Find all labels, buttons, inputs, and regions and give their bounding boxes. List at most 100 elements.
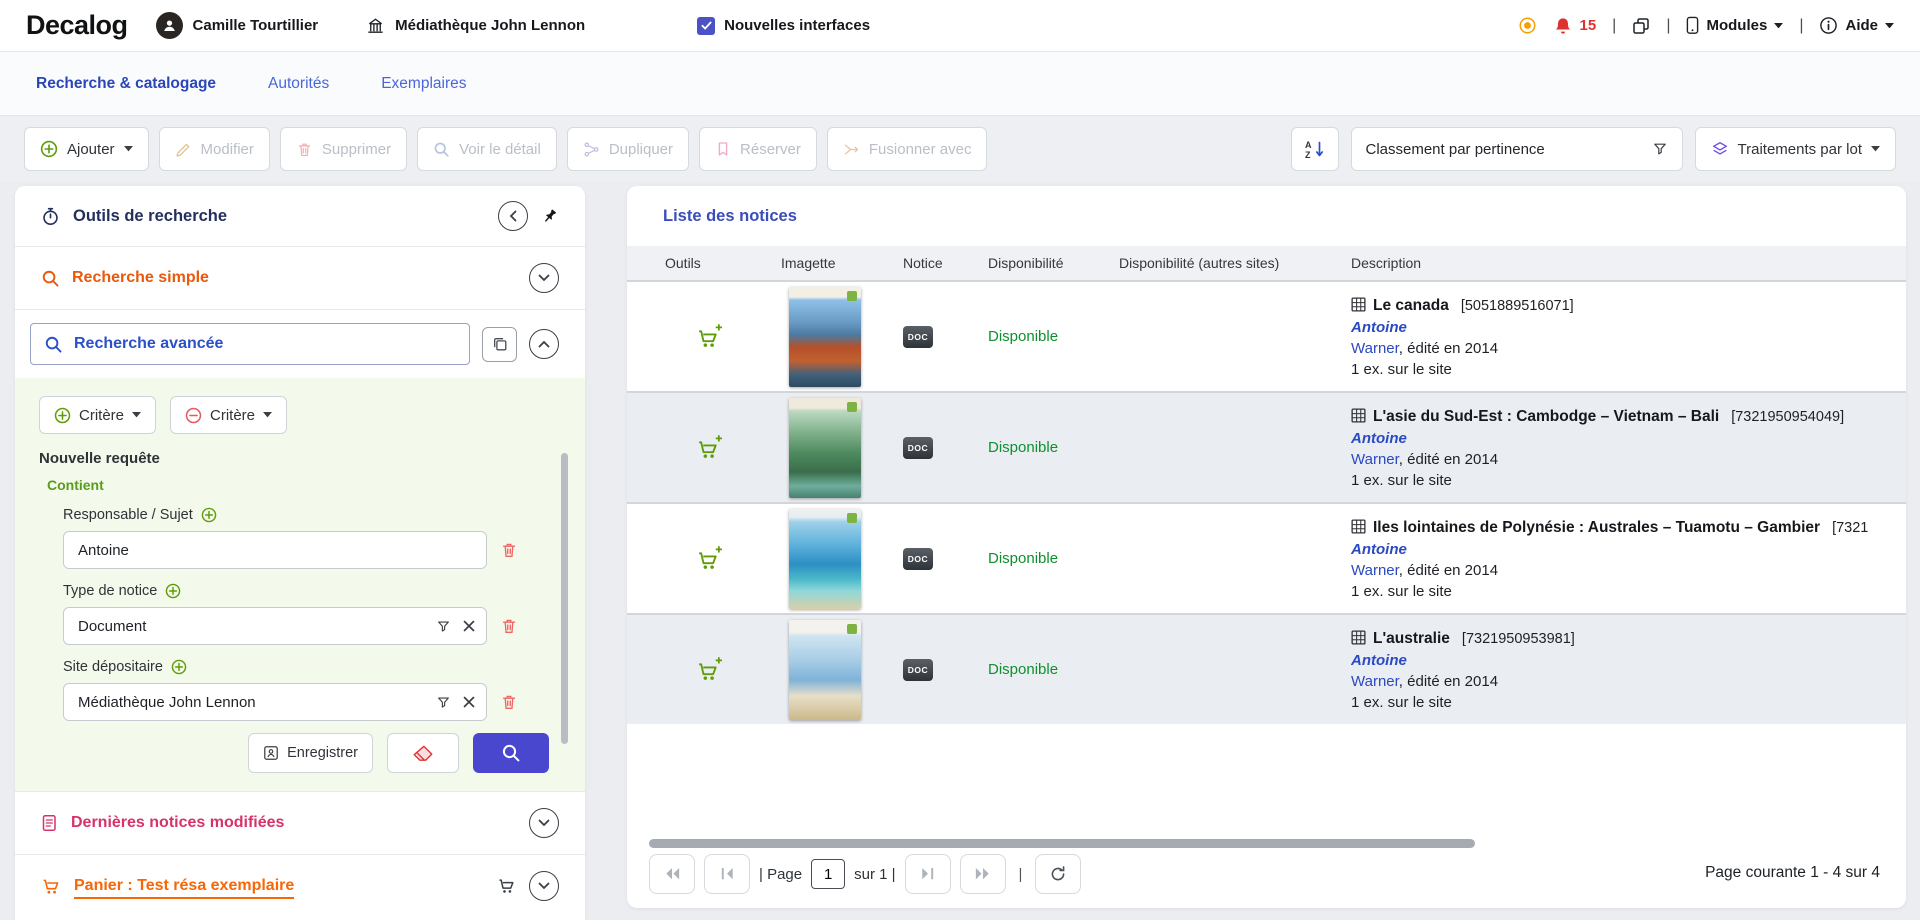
advanced-search-header[interactable]: Recherche avancée xyxy=(30,323,470,365)
record-author[interactable]: Antoine xyxy=(1351,541,1407,558)
record-publisher[interactable]: Warner xyxy=(1351,673,1399,690)
batch-processing-button[interactable]: Traitements par lot xyxy=(1695,127,1897,171)
run-search-button[interactable] xyxy=(473,733,549,773)
column-disponibilite: Disponibilité xyxy=(988,255,1119,271)
record-author[interactable]: Antoine xyxy=(1351,430,1407,447)
tab-autorites[interactable]: Autorités xyxy=(242,52,355,115)
cover-thumbnail[interactable] xyxy=(789,398,861,498)
plus-circle-icon xyxy=(40,140,58,158)
first-page-button[interactable] xyxy=(649,854,695,894)
duplicate-label: Dupliquer xyxy=(609,141,673,158)
table-row[interactable]: DOC Disponible Iles lointaines de Polyné… xyxy=(627,502,1906,613)
remove-criterion-button[interactable]: Critère xyxy=(170,396,287,434)
type-de-notice-input[interactable] xyxy=(63,607,487,645)
site-depositaire-input[interactable] xyxy=(63,683,487,721)
advanced-search-label: Recherche avancée xyxy=(74,335,223,353)
sort-order-button[interactable]: AZ xyxy=(1291,127,1339,171)
modify-label: Modifier xyxy=(201,141,254,158)
responsable-sujet-input[interactable] xyxy=(63,531,487,569)
help-menu[interactable]: Aide xyxy=(1819,16,1894,35)
user-menu[interactable]: Camille Tourtillier xyxy=(156,12,319,39)
record-title[interactable]: L'asie du Sud-Est : Cambodge – Vietnam –… xyxy=(1373,408,1719,425)
topbar-separator: | xyxy=(1666,17,1670,35)
notifications-button[interactable]: 15 xyxy=(1553,16,1596,36)
chevron-down-icon[interactable] xyxy=(529,871,559,901)
new-interfaces-toggle[interactable]: Nouvelles interfaces xyxy=(697,17,870,35)
add-to-cart-icon[interactable] xyxy=(696,435,723,460)
record-title[interactable]: Iles lointaines de Polynésie : Australes… xyxy=(1373,519,1820,536)
save-search-button[interactable]: Enregistrer xyxy=(248,733,373,773)
clear-icon[interactable] xyxy=(463,696,475,708)
trash-icon[interactable] xyxy=(500,617,518,635)
funnel-icon[interactable] xyxy=(436,695,451,710)
add-to-cart-icon[interactable] xyxy=(696,657,723,682)
beacon-icon[interactable] xyxy=(1518,16,1537,35)
record-publisher[interactable]: Warner xyxy=(1351,451,1399,468)
cart-icon[interactable] xyxy=(497,876,517,896)
recent-records-section[interactable]: Dernières notices modifiées xyxy=(15,792,585,854)
clear-form-button[interactable] xyxy=(387,733,459,773)
modules-label: Modules xyxy=(1706,17,1767,34)
tab-recherche-catalogage[interactable]: Recherche & catalogage xyxy=(10,52,242,115)
site-selector[interactable]: Médiathèque John Lennon xyxy=(366,16,585,35)
sort-mode-select[interactable]: Classement par pertinence xyxy=(1351,127,1683,171)
reserve-button[interactable]: Réserver xyxy=(699,127,817,171)
horizontal-scrollbar[interactable] xyxy=(649,839,1475,848)
caret-down-icon xyxy=(124,146,133,151)
duplicate-button[interactable]: Dupliquer xyxy=(567,127,689,171)
add-criterion-button[interactable]: Critère xyxy=(39,396,156,434)
chevron-up-icon[interactable] xyxy=(529,329,559,359)
refresh-button[interactable] xyxy=(1035,854,1081,894)
sidebar-scrollbar[interactable] xyxy=(561,453,568,744)
simple-search-section[interactable]: Recherche simple xyxy=(15,247,585,309)
trash-icon[interactable] xyxy=(500,541,518,559)
tab-exemplaires[interactable]: Exemplaires xyxy=(355,52,492,115)
table-row[interactable]: DOC Disponible Le canada[5051889516071] … xyxy=(627,280,1906,391)
merge-arrow-icon xyxy=(843,141,860,158)
checkbox-checked-icon[interactable] xyxy=(697,17,715,35)
clear-icon[interactable] xyxy=(463,620,475,632)
availability-status: Disponible xyxy=(988,661,1119,678)
pin-icon[interactable] xyxy=(541,207,559,225)
trash-icon[interactable] xyxy=(500,693,518,711)
magnifier-icon xyxy=(44,335,63,354)
basket-section[interactable]: Panier : Test résa exemplaire xyxy=(15,855,585,917)
collapse-panel-button[interactable] xyxy=(498,201,528,231)
modules-menu[interactable]: Modules xyxy=(1686,16,1783,35)
delete-button[interactable]: Supprimer xyxy=(280,127,407,171)
chevron-down-icon[interactable] xyxy=(529,263,559,293)
merge-button[interactable]: Fusionner avec xyxy=(827,127,988,171)
record-author[interactable]: Antoine xyxy=(1351,652,1407,669)
record-author[interactable]: Antoine xyxy=(1351,319,1407,336)
app-logo[interactable]: Decalog xyxy=(26,10,128,41)
last-page-button[interactable] xyxy=(960,854,1006,894)
cover-thumbnail[interactable] xyxy=(789,509,861,609)
record-publisher[interactable]: Warner xyxy=(1351,562,1399,579)
plus-circle-icon[interactable] xyxy=(171,659,187,675)
view-detail-button[interactable]: Voir le détail xyxy=(417,127,557,171)
plus-circle-icon[interactable] xyxy=(165,583,181,599)
plus-circle-icon[interactable] xyxy=(201,507,217,523)
add-button[interactable]: Ajouter xyxy=(24,127,149,171)
page-number-input[interactable] xyxy=(811,859,845,889)
chevron-down-icon[interactable] xyxy=(529,808,559,838)
cover-thumbnail[interactable] xyxy=(789,620,861,720)
new-interfaces-label: Nouvelles interfaces xyxy=(724,17,870,34)
duplicate-search-icon[interactable] xyxy=(482,327,517,362)
previous-page-button[interactable] xyxy=(704,854,750,894)
table-row[interactable]: DOC Disponible L'australie[7321950953981… xyxy=(627,613,1906,724)
record-title[interactable]: Le canada xyxy=(1373,297,1449,314)
modify-button[interactable]: Modifier xyxy=(159,127,270,171)
record-publisher[interactable]: Warner xyxy=(1351,340,1399,357)
add-to-cart-icon[interactable] xyxy=(696,324,723,349)
record-title[interactable]: L'australie xyxy=(1373,630,1450,647)
availability-status: Disponible xyxy=(988,328,1119,345)
cover-thumbnail[interactable] xyxy=(789,287,861,387)
add-to-cart-icon[interactable] xyxy=(696,546,723,571)
windows-icon[interactable] xyxy=(1632,17,1650,35)
simple-search-label: Recherche simple xyxy=(72,269,517,287)
next-page-button[interactable] xyxy=(905,854,951,894)
table-row[interactable]: DOC Disponible L'asie du Sud-Est : Cambo… xyxy=(627,391,1906,502)
doc-type-badge: DOC xyxy=(903,326,933,348)
funnel-icon[interactable] xyxy=(436,619,451,634)
